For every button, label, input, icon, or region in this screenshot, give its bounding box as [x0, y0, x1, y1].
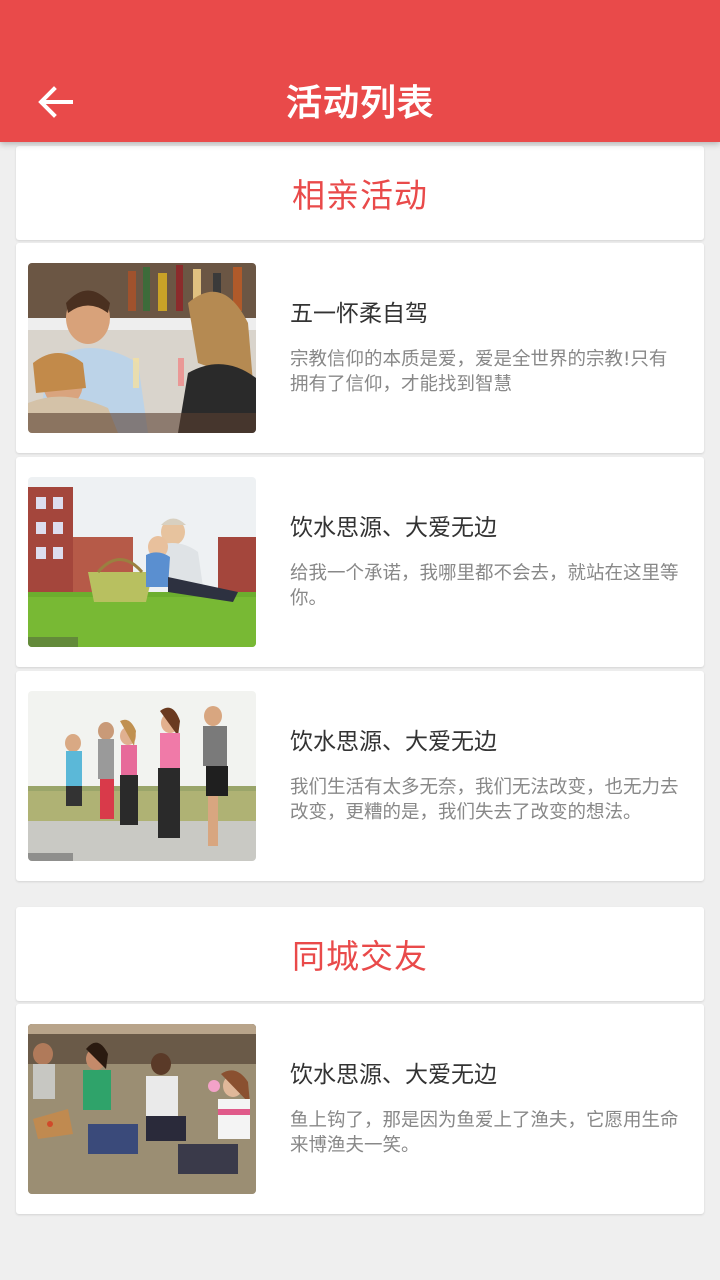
app-bar: 活动列表 [0, 0, 720, 142]
section-title: 同城交友 [292, 937, 428, 976]
item-description: 给我一个承诺，我哪里都不会去，就站在这里等你。 [290, 563, 679, 609]
section-header: 同城交友 [16, 907, 704, 1001]
item-description: 宗教信仰的本质是爱，爱是全世界的宗教!只有拥有了信仰，才能找到智慧 [290, 349, 668, 395]
item-text: 饮水思源、大爱无边 鱼上钩了，那是因为鱼爱上了渔夫，它愿用生命来博渔夫一笑。 [290, 1004, 684, 1214]
item-title: 饮水思源、大爱无边 [290, 729, 497, 755]
runners-photo [28, 691, 256, 861]
item-text: 饮水思源、大爱无边 我们生活有太多无奈，我们无法改变，也无力去改变，更糟的是，我… [290, 671, 684, 881]
item-text: 五一怀柔自驾 宗教信仰的本质是爱，爱是全世界的宗教!只有拥有了信仰，才能找到智慧 [290, 243, 684, 453]
list-item[interactable]: 饮水思源、大爱无边 鱼上钩了，那是因为鱼爱上了渔夫，它愿用生命来博渔夫一笑。 [16, 1004, 704, 1214]
section-local-friends: 同城交友 饮水思源、大爱无边 鱼上钩了，那是因为鱼爱上了渔夫，它愿用生命来博渔夫… [16, 907, 704, 1214]
item-title: 饮水思源、大爱无边 [290, 515, 497, 541]
item-title: 饮水思源、大爱无边 [290, 1062, 497, 1088]
section-header: 相亲活动 [16, 146, 704, 240]
page-title: 活动列表 [285, 83, 434, 124]
section-dating: 相亲活动 五一怀柔自驾 宗教信仰的本质是爱，爱是全世界的宗教!只有拥有了信仰，才… [16, 146, 704, 881]
item-title: 五一怀柔自驾 [290, 301, 428, 327]
list-item[interactable]: 五一怀柔自驾 宗教信仰的本质是爱，爱是全世界的宗教!只有拥有了信仰，才能找到智慧 [16, 243, 704, 453]
friends-bar-photo [28, 263, 256, 433]
teens-sitting-photo [28, 1024, 256, 1194]
section-title: 相亲活动 [292, 176, 428, 215]
item-text: 饮水思源、大爱无边 给我一个承诺，我哪里都不会去，就站在这里等你。 [290, 457, 684, 667]
activity-list: 相亲活动 五一怀柔自驾 宗教信仰的本质是爱，爱是全世界的宗教!只有拥有了信仰，才… [16, 146, 704, 1240]
list-item[interactable]: 饮水思源、大爱无边 我们生活有太多无奈，我们无法改变，也无力去改变，更糟的是，我… [16, 671, 704, 881]
item-description: 鱼上钩了，那是因为鱼爱上了渔夫，它愿用生命来博渔夫一笑。 [290, 1110, 679, 1156]
family-picnic-photo [28, 477, 256, 647]
item-description: 我们生活有太多无奈，我们无法改变，也无力去改变，更糟的是，我们失去了改变的想法。 [290, 777, 679, 823]
list-item[interactable]: 饮水思源、大爱无边 给我一个承诺，我哪里都不会去，就站在这里等你。 [16, 457, 704, 667]
